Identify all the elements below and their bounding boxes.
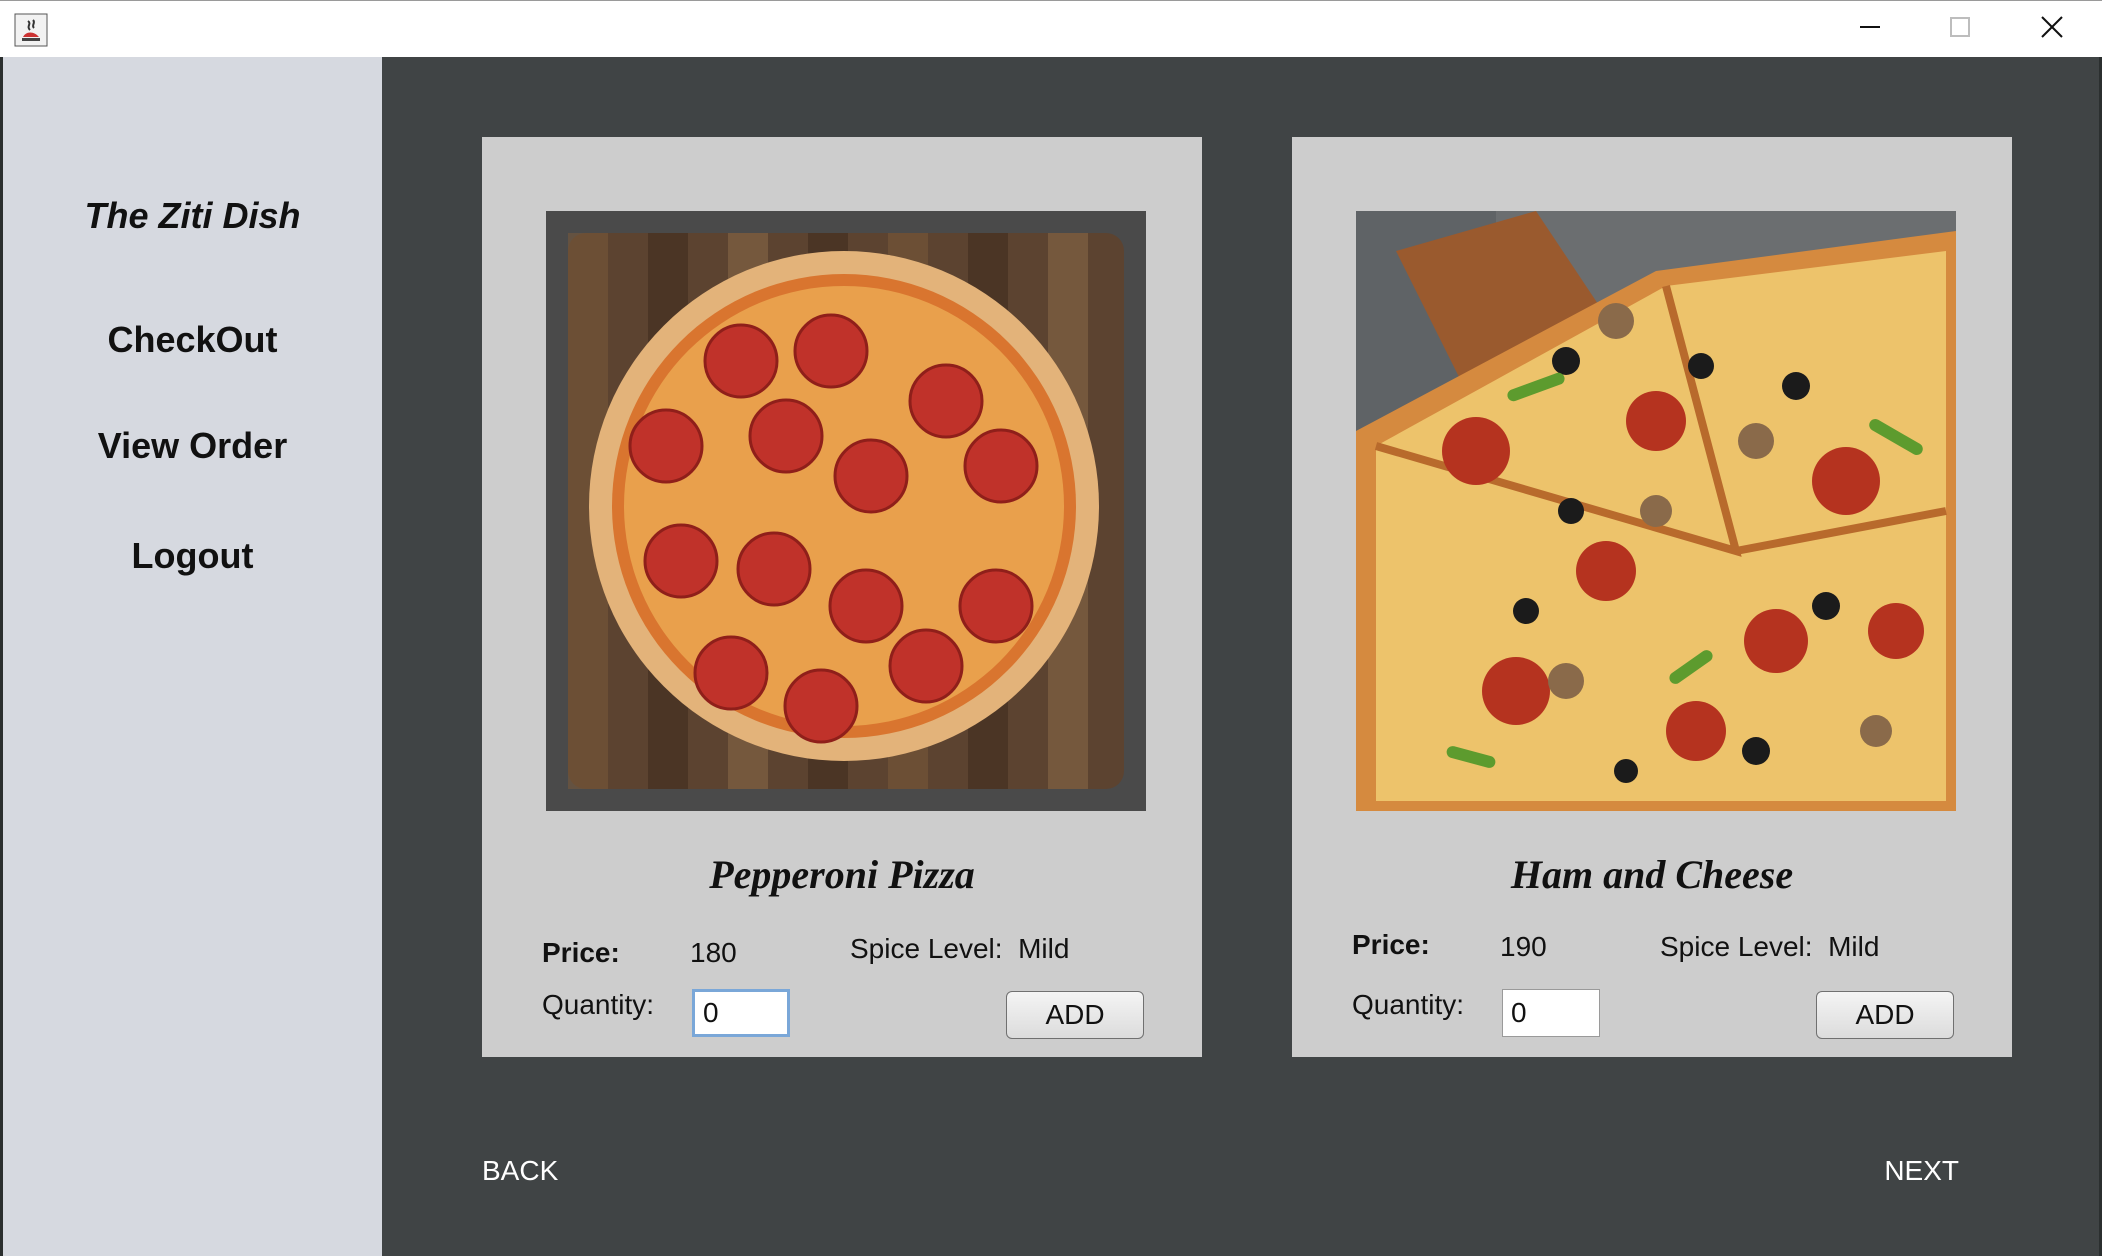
price-value: 190 — [1500, 931, 1547, 962]
quantity-input[interactable] — [1502, 989, 1600, 1037]
spice-level: Spice Level: Mild — [850, 933, 1069, 965]
back-button[interactable]: BACK — [482, 1155, 558, 1187]
ham-and-cheese-pizza-photo — [1356, 211, 1956, 811]
close-icon — [2040, 15, 2064, 44]
price-label: Price: — [1352, 929, 1430, 960]
next-button[interactable]: NEXT — [1884, 1155, 1959, 1187]
spice-level-value: Mild — [1828, 931, 1880, 962]
nav-checkout[interactable]: CheckOut — [3, 319, 382, 361]
sidebar: The Ziti Dish CheckOut View Order Logout — [3, 57, 382, 1256]
minimize-button[interactable] — [1825, 1, 1915, 58]
quantity-input[interactable] — [692, 989, 790, 1037]
spice-level: Spice Level: Mild — [1660, 931, 1879, 963]
main-panel: Pepperoni Pizza Price: 180 Spice Level: … — [382, 57, 2099, 1256]
pepperoni-pizza-photo — [546, 211, 1146, 811]
spice-level-label: Spice Level: — [850, 933, 1003, 964]
minimize-icon — [1859, 16, 1881, 43]
maximize-icon — [1949, 16, 1971, 43]
price-label: Price: — [542, 937, 620, 968]
product-card-pepperoni: Pepperoni Pizza Price: 180 Spice Level: … — [482, 137, 1202, 1057]
nav-logout[interactable]: Logout — [3, 535, 382, 577]
quantity-label: Quantity: — [1352, 989, 1465, 1020]
add-button[interactable]: ADD — [1006, 991, 1144, 1039]
java-app-icon — [14, 13, 48, 47]
product-name: Ham and Cheese — [1510, 852, 1794, 897]
nav-view-order[interactable]: View Order — [3, 425, 382, 467]
quantity-label: Quantity: — [542, 989, 655, 1020]
close-button[interactable] — [2007, 1, 2097, 58]
price-value: 180 — [690, 937, 737, 968]
add-button[interactable]: ADD — [1816, 991, 1954, 1039]
product-name: Pepperoni Pizza — [709, 852, 975, 897]
product-card-ham-and-cheese: Ham and Cheese Price: 190 Spice Level: M… — [1292, 137, 2012, 1057]
spice-level-label: Spice Level: — [1660, 931, 1813, 962]
maximize-button[interactable] — [1915, 1, 2005, 58]
title-bar — [0, 0, 2102, 57]
brand-title: The Ziti Dish — [84, 195, 301, 236]
spice-level-value: Mild — [1018, 933, 1070, 964]
